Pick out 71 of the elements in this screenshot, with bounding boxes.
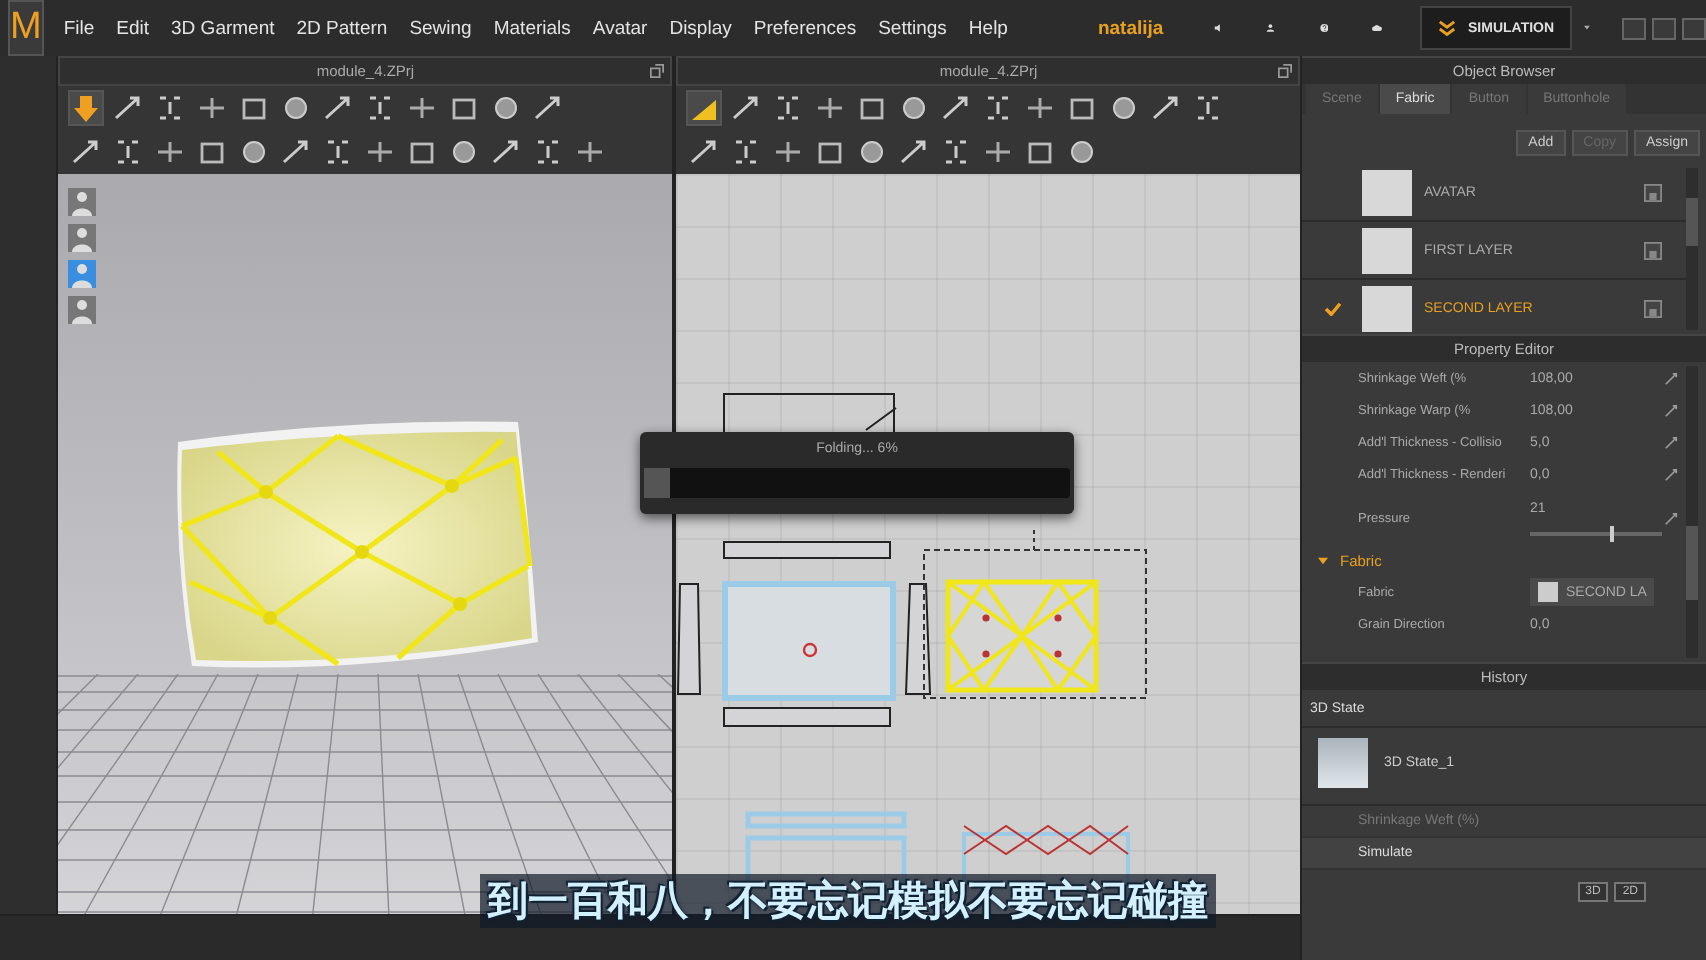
avatar-view-icon[interactable] bbox=[67, 188, 96, 216]
chevron-icon bbox=[1438, 19, 1457, 37]
close-button[interactable] bbox=[1681, 17, 1706, 39]
state-thumbnail bbox=[1318, 737, 1368, 787]
tool-icon[interactable] bbox=[982, 136, 1015, 168]
menu-item[interactable]: Edit bbox=[116, 17, 150, 39]
picker-icon[interactable] bbox=[1664, 371, 1678, 385]
tool-icon[interactable] bbox=[1108, 92, 1141, 124]
picker-icon[interactable] bbox=[1664, 511, 1678, 525]
scrollbar[interactable] bbox=[1686, 366, 1698, 658]
tool-icon[interactable] bbox=[363, 136, 396, 168]
avatar-view-icon[interactable] bbox=[67, 296, 96, 324]
tool-icon[interactable] bbox=[688, 92, 721, 124]
floppy-icon[interactable] bbox=[1644, 183, 1662, 201]
tool-icon[interactable] bbox=[447, 136, 480, 168]
tool-icon[interactable] bbox=[405, 92, 438, 124]
scrollbar[interactable] bbox=[1686, 168, 1698, 330]
tool-icon[interactable] bbox=[573, 136, 606, 168]
maximize-button[interactable] bbox=[1651, 17, 1676, 39]
tool-icon[interactable] bbox=[111, 92, 144, 124]
tool-icon[interactable] bbox=[195, 92, 228, 124]
tool-icon[interactable] bbox=[898, 92, 931, 124]
app-logo[interactable]: M bbox=[8, 0, 44, 56]
tool-icon[interactable] bbox=[279, 92, 312, 124]
menu-item[interactable]: Display bbox=[669, 17, 732, 39]
tool-icon[interactable] bbox=[237, 136, 270, 168]
floppy-icon[interactable] bbox=[1644, 299, 1662, 317]
picker-icon[interactable] bbox=[1664, 435, 1678, 449]
user-name[interactable]: natalija bbox=[1097, 17, 1164, 39]
tool-icon[interactable] bbox=[279, 136, 312, 168]
tool-icon[interactable] bbox=[153, 136, 186, 168]
menu-item[interactable]: File bbox=[63, 17, 95, 39]
tool-icon[interactable] bbox=[730, 92, 763, 124]
check-icon bbox=[1323, 301, 1341, 315]
menu-item[interactable]: Help bbox=[968, 17, 1008, 39]
undock-icon[interactable] bbox=[1278, 64, 1292, 78]
fabric-swatch bbox=[1362, 169, 1412, 215]
fabric-swatch bbox=[1362, 227, 1412, 273]
fabric-swatch bbox=[1362, 285, 1412, 331]
picker-icon[interactable] bbox=[1664, 403, 1678, 417]
tool-icon[interactable] bbox=[489, 92, 522, 124]
menu-item[interactable]: Settings bbox=[878, 17, 947, 39]
tool-icon[interactable] bbox=[1150, 92, 1183, 124]
tool-icon[interactable] bbox=[898, 136, 931, 168]
tool-icon[interactable] bbox=[321, 92, 354, 124]
subtitle-caption: 到一百和八，不要忘记模拟不要忘记碰撞 bbox=[480, 874, 1216, 928]
menu-item[interactable]: Preferences bbox=[753, 17, 857, 39]
menu-item[interactable]: Avatar bbox=[592, 17, 648, 39]
picker-icon[interactable] bbox=[1664, 467, 1678, 481]
tool-icon[interactable] bbox=[531, 92, 564, 124]
minimize-button[interactable] bbox=[1621, 17, 1646, 39]
slider-thumb[interactable] bbox=[1609, 525, 1614, 541]
tool-icon[interactable] bbox=[1024, 92, 1057, 124]
expand-triangle-icon bbox=[1318, 556, 1328, 566]
tool-icon[interactable] bbox=[856, 136, 889, 168]
tool-icon[interactable] bbox=[489, 136, 522, 168]
arrow-down-icon[interactable] bbox=[69, 92, 102, 124]
avatar-view-icon[interactable] bbox=[67, 260, 96, 288]
tool-icon[interactable] bbox=[688, 136, 721, 168]
tool-icon[interactable] bbox=[69, 136, 102, 168]
menu-item[interactable]: 3D Garment bbox=[171, 17, 275, 39]
tool-icon[interactable] bbox=[940, 92, 973, 124]
floppy-icon[interactable] bbox=[1644, 241, 1662, 259]
tool-icon[interactable] bbox=[814, 92, 847, 124]
tool-icon[interactable] bbox=[1066, 136, 1099, 168]
menu-item[interactable]: 2D Pattern bbox=[296, 17, 388, 39]
menu-item[interactable]: Sewing bbox=[409, 17, 472, 39]
menu-item[interactable]: Materials bbox=[493, 17, 571, 39]
tool-icon[interactable] bbox=[772, 136, 805, 168]
avatar-view-icon[interactable] bbox=[67, 224, 96, 252]
undock-icon[interactable] bbox=[650, 64, 665, 78]
